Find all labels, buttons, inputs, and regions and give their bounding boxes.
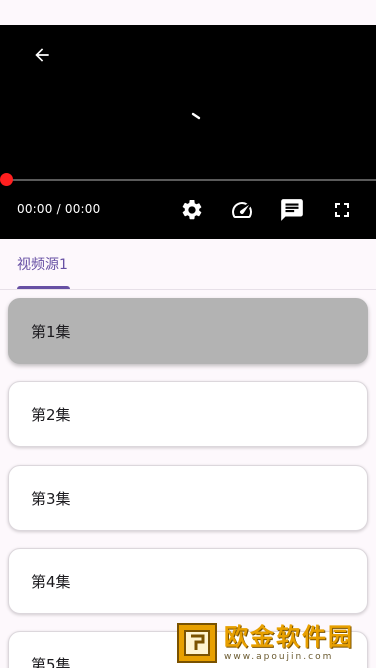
back-button[interactable] (28, 41, 56, 69)
speed-icon (232, 202, 252, 219)
tab-indicator (17, 286, 70, 289)
watermark-logo-icon (177, 623, 217, 663)
progress-track[interactable] (6, 179, 376, 181)
episode-label: 第3集 (31, 489, 71, 508)
watermark-sub: www.apoujin.com (224, 652, 334, 662)
progress-thumb[interactable] (0, 173, 13, 186)
episode-label: 第4集 (31, 572, 71, 591)
tab-label: 视频源1 (17, 257, 68, 273)
episode-item[interactable]: 第4集 (8, 548, 368, 614)
playback-speed-button[interactable] (228, 196, 256, 224)
fullscreen-button[interactable] (328, 196, 356, 224)
settings-button[interactable] (178, 196, 206, 224)
danmaku-icon (281, 199, 303, 221)
video-player[interactable]: 00:00 / 00:00 (0, 25, 376, 239)
watermark-text: 欧金软件园 www.apoujin.com (224, 624, 354, 662)
arrow-left-icon (35, 48, 49, 62)
source-tab-bar: 视频源1 (0, 239, 376, 290)
danmaku-button[interactable] (278, 196, 306, 224)
time-display: 00:00 / 00:00 (17, 202, 101, 216)
episode-label: 第5集 (31, 655, 71, 668)
loading-spinner-icon (191, 112, 201, 120)
watermark-main: 欧金软件园 (224, 623, 354, 651)
episode-item[interactable]: 第3集 (8, 465, 368, 531)
episode-item[interactable]: 第1集 (8, 298, 368, 364)
tab-source-1[interactable]: 视频源1 (0, 239, 85, 289)
episode-label: 第2集 (31, 405, 71, 424)
episode-label: 第1集 (31, 322, 71, 341)
episode-item[interactable]: 第2集 (8, 381, 368, 447)
status-bar (0, 0, 376, 25)
watermark: 欧金软件园 www.apoujin.com (176, 620, 372, 666)
settings-icon (182, 199, 202, 220)
fullscreen-icon (335, 203, 349, 217)
episode-list[interactable]: 第1集 第2集 第3集 第4集 第5集 (0, 290, 376, 668)
